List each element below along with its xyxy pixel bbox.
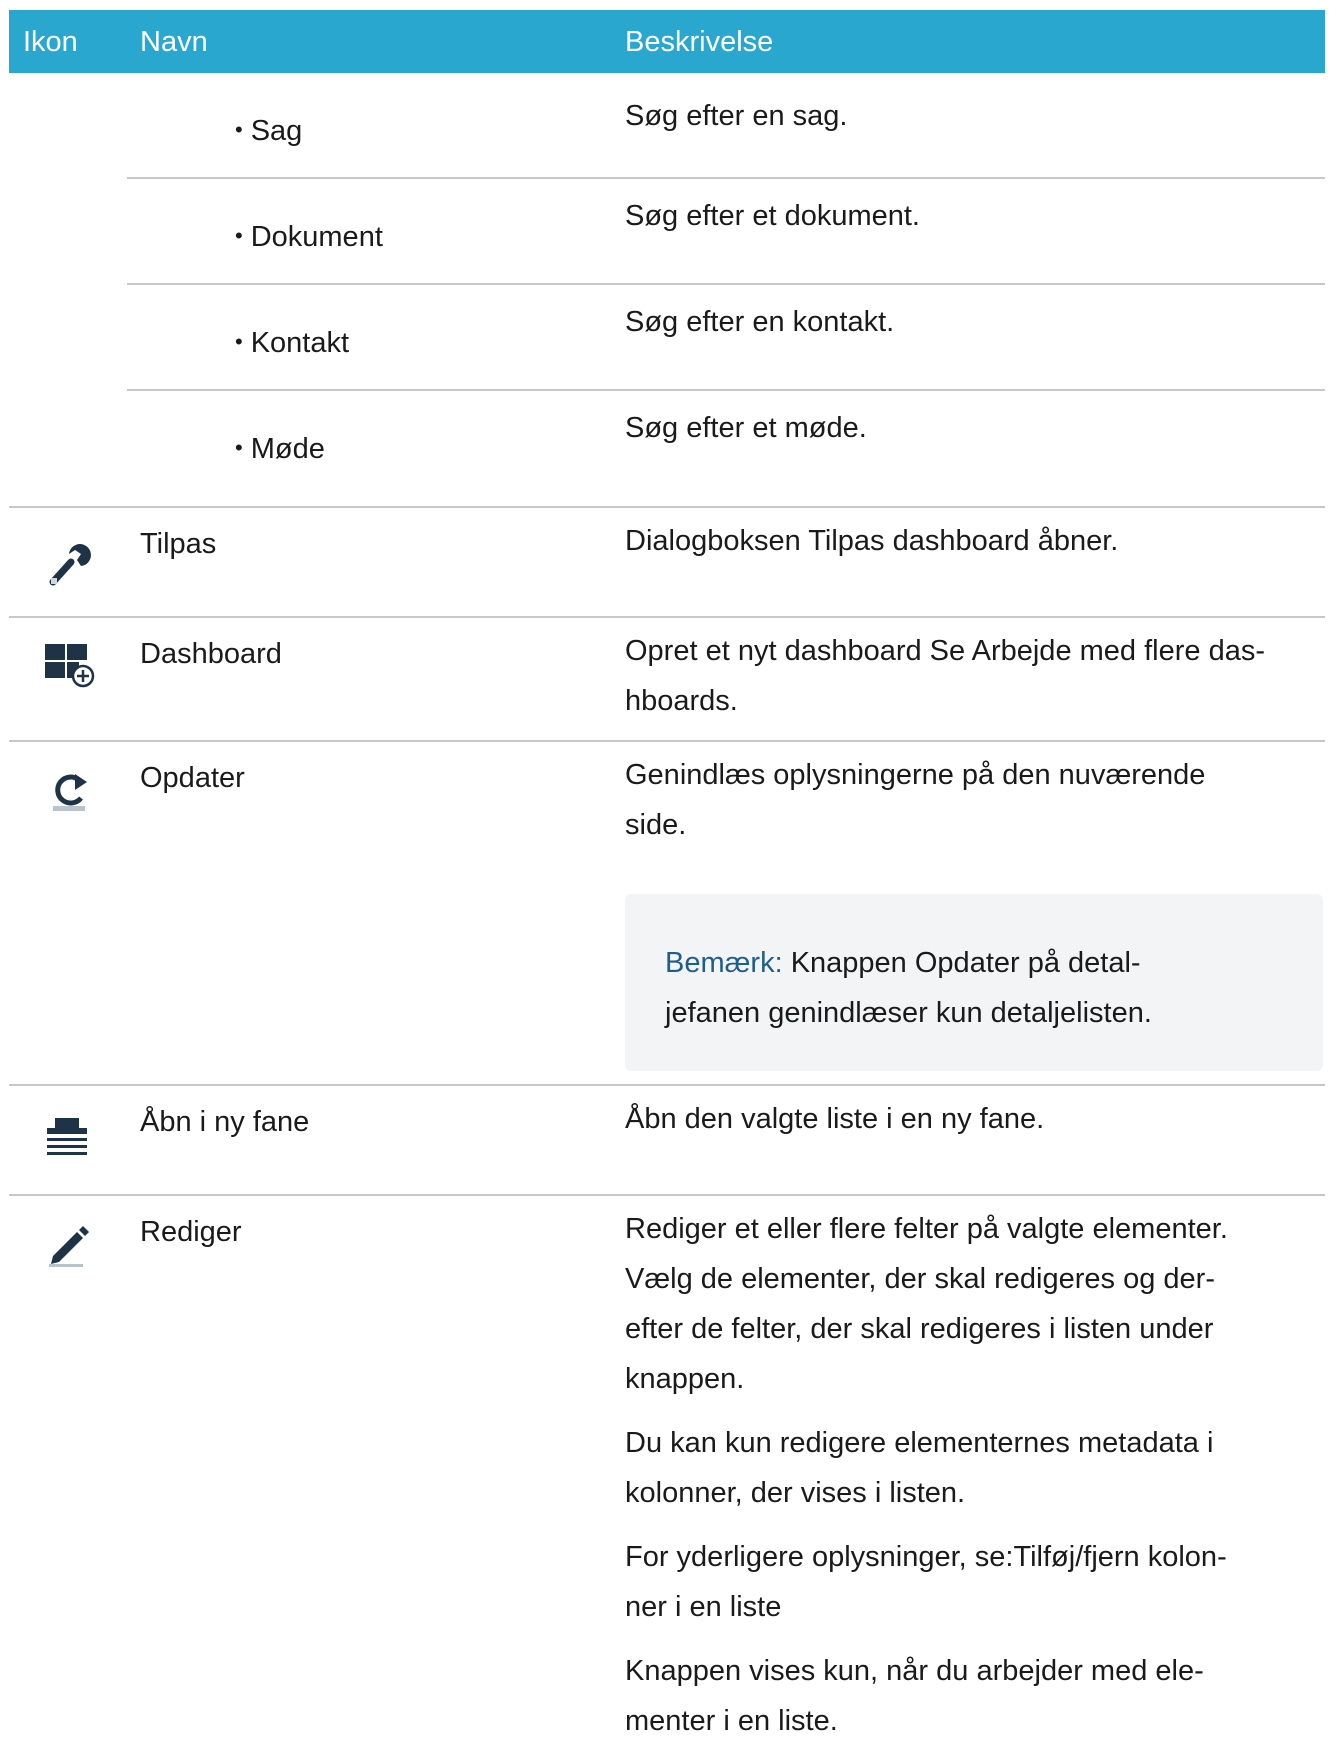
row-rediger: Rediger Rediger et eller flere felter på… xyxy=(9,1196,1325,1756)
rediger-p2-l1: Du kan kun redigere elementernes metadat… xyxy=(625,1427,1214,1459)
desc-tilpas-pre: Dialogboksen xyxy=(625,525,809,557)
rediger-p2-l2: kolonner, der vises i listen. xyxy=(625,1477,966,1509)
note-line2: jefanen genindlæser kun detaljelisten. xyxy=(665,997,1152,1029)
wrench-icon xyxy=(43,538,95,590)
table-header: Ikon Navn Beskrivelse xyxy=(9,10,1325,73)
desc-rediger-p1: Rediger et eller flere felter på valgte … xyxy=(625,1204,1325,1404)
sub-row-mode: Møde Søg efter et møde. xyxy=(127,391,1325,495)
desc-rediger: Rediger et eller flere felter på valgte … xyxy=(625,1204,1325,1760)
note-box: Bemærk: Knappen Opdater på detal- jefane… xyxy=(625,894,1323,1071)
rediger-p1-l2: Vælg de elementer, der skal redigeres og… xyxy=(625,1263,1215,1295)
sub-row-dokument: Dokument Søg efter et dokument. xyxy=(127,179,1325,285)
sub-desc-mode: Søg efter et møde. xyxy=(625,412,867,444)
toolbar-reference-table: Ikon Navn Beskrivelse Sag Søg efter en s… xyxy=(9,10,1325,1756)
desc-rediger-p2: Du kan kun redigere elementernes metadat… xyxy=(625,1418,1325,1518)
header-name-col: Navn xyxy=(140,26,208,58)
rediger-p1-l3: efter de felter, der skal redigeres i li… xyxy=(625,1313,1214,1345)
dashboard-add-icon xyxy=(43,640,95,692)
rediger-p4-l2: menter i en liste. xyxy=(625,1705,838,1737)
name-aabn: Åbn i ny fane xyxy=(140,1106,310,1138)
refresh-icon xyxy=(43,764,95,816)
desc-rediger-p4: Knappen vises kun, når du arbejder med e… xyxy=(625,1646,1325,1746)
header-icon-col: Ikon xyxy=(23,26,78,58)
desc-dashboard: Opret et nyt dashboard Se Arbejde med fl… xyxy=(625,626,1325,726)
note-label: Bemærk: xyxy=(665,947,783,979)
rediger-p1-l4: knappen. xyxy=(625,1363,745,1395)
open-new-tab-icon xyxy=(43,1114,95,1166)
name-rediger: Rediger xyxy=(140,1216,242,1248)
rediger-p4-l1: Knappen vises kun, når du arbejder med e… xyxy=(625,1655,1204,1687)
desc-tilpas: Dialogboksen Tilpas dashboard åbner. xyxy=(625,516,1325,566)
row-aabn: Åbn i ny fane Åbn den valgte liste i en … xyxy=(9,1086,1325,1196)
desc-opdater: Genindlæs oplysningerne på den nuværende… xyxy=(625,750,1325,850)
note-text: Bemærk: Knappen Opdater på detal- jefane… xyxy=(665,938,1265,1038)
rediger-p3-l2: ner i en liste xyxy=(625,1591,782,1623)
row-opdater: Opdater Genindlæs oplysningerne på den n… xyxy=(9,742,1325,1086)
sub-desc-sag: Søg efter en sag. xyxy=(625,100,848,132)
name-dashboard: Dashboard xyxy=(140,638,282,670)
sub-row-kontakt: Kontakt Søg efter en kontakt. xyxy=(127,285,1325,391)
sub-label-sag: Sag xyxy=(235,115,303,148)
desc-rediger-p3: For yderligere oplysninger, se:Tilføj/fj… xyxy=(625,1532,1325,1632)
desc-tilpas-bold: Tilpas dashboard xyxy=(808,525,1030,557)
note-bold: Opdater xyxy=(914,947,1020,979)
desc-opdater-line2: side. xyxy=(625,809,687,841)
sub-label-mode: Møde xyxy=(235,433,325,466)
sub-desc-dokument: Søg efter et dokument. xyxy=(625,200,920,232)
name-tilpas: Tilpas xyxy=(140,528,217,560)
rediger-p3-l1: For yderligere oplysninger, se:Tilføj/fj… xyxy=(625,1541,1227,1573)
sub-row-sag: Sag Søg efter en sag. xyxy=(127,73,1325,179)
desc-opdater-line1: Genindlæs oplysningerne på den nuværende xyxy=(625,759,1206,791)
header-desc-col: Beskrivelse xyxy=(625,26,774,58)
desc-tilpas-post: åbner. xyxy=(1029,525,1119,557)
note-pre: Knappen xyxy=(782,947,915,979)
sub-label-kontakt: Kontakt xyxy=(235,327,349,360)
desc-dashboard-line2: hboards. xyxy=(625,685,738,717)
desc-dashboard-line1: Opret et nyt dashboard Se Arbejde med fl… xyxy=(625,635,1265,667)
sub-label-dokument: Dokument xyxy=(235,221,383,254)
name-opdater: Opdater xyxy=(140,762,245,794)
row-tilpas: Tilpas Dialogboksen Tilpas dashboard åbn… xyxy=(9,508,1325,618)
row-dashboard: Dashboard Opret et nyt dashboard Se Arbe… xyxy=(9,618,1325,742)
rediger-p1-l1: Rediger et eller flere felter på valgte … xyxy=(625,1213,1228,1245)
sub-desc-kontakt: Søg efter en kontakt. xyxy=(625,306,895,338)
pencil-icon xyxy=(43,1218,95,1270)
desc-aabn: Åbn den valgte liste i en ny fane. xyxy=(625,1103,1045,1135)
note-post: på detal- xyxy=(1019,947,1141,979)
search-options-row: Sag Søg efter en sag. Dokument Søg efter… xyxy=(9,73,1325,508)
